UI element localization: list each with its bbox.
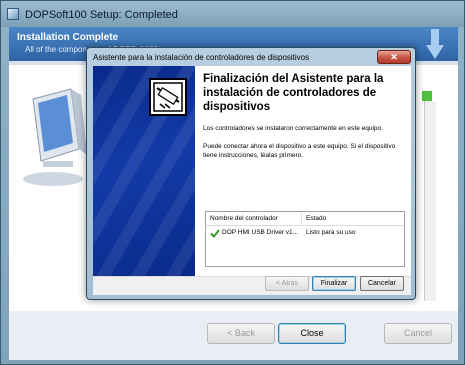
driver-status-cell: Listo para su uso	[306, 229, 356, 236]
dialog-title: Asistente para la instalación de control…	[93, 53, 310, 62]
setup-titlebar[interactable]: DOPSoft100 Setup: Completed	[1, 1, 464, 27]
download-arrow-icon	[426, 29, 444, 59]
dialog-close-button[interactable]: ✕	[377, 50, 411, 64]
setup-window-title: DOPSoft100 Setup: Completed	[25, 9, 178, 21]
table-row[interactable]: DOP HMI USB Driver v1... Listo para su u…	[206, 228, 404, 240]
setup-close-button[interactable]: Close	[278, 323, 346, 344]
wizard-heading: Finalización del Asistente para la insta…	[203, 73, 384, 113]
dialog-client-area: Finalización del Asistente para la insta…	[93, 66, 411, 295]
driver-name-cell: DOP HMI USB Driver v1...	[222, 229, 299, 236]
driver-list-header: Nombre del controlador Estado	[206, 212, 404, 226]
column-header-driver-name[interactable]: Nombre del controlador	[210, 215, 278, 222]
column-header-status[interactable]: Estado	[306, 215, 326, 222]
setup-cancel-button[interactable]: Cancel	[384, 323, 452, 344]
driver-wizard-dialog: Asistente para la instalación de control…	[86, 47, 416, 300]
wizard-paragraph-1: Los controladores se instalaron correcta…	[203, 125, 383, 132]
log-scrollbar[interactable]	[424, 101, 436, 301]
hardware-card-icon	[149, 78, 187, 116]
setup-back-button[interactable]: < Back	[207, 323, 275, 344]
checkmark-icon	[210, 229, 220, 238]
wizard-banner	[93, 66, 195, 276]
driver-list[interactable]: Nombre del controlador Estado DOP HMI US…	[205, 211, 405, 267]
progress-indicator	[422, 91, 432, 101]
wizard-back-button[interactable]: < Atrás	[265, 276, 309, 291]
setup-app-icon	[7, 8, 19, 20]
setup-header-title: Installation Complete	[17, 32, 119, 43]
wizard-content: Finalización del Asistente para la insta…	[203, 66, 407, 276]
wizard-paragraph-2: Puede conectar ahora el dispositivo a es…	[203, 143, 396, 159]
wizard-finish-button[interactable]: Finalizar	[312, 276, 356, 291]
wizard-cancel-button[interactable]: Cancelar	[360, 276, 404, 291]
computer-illustration-icon	[23, 88, 87, 186]
